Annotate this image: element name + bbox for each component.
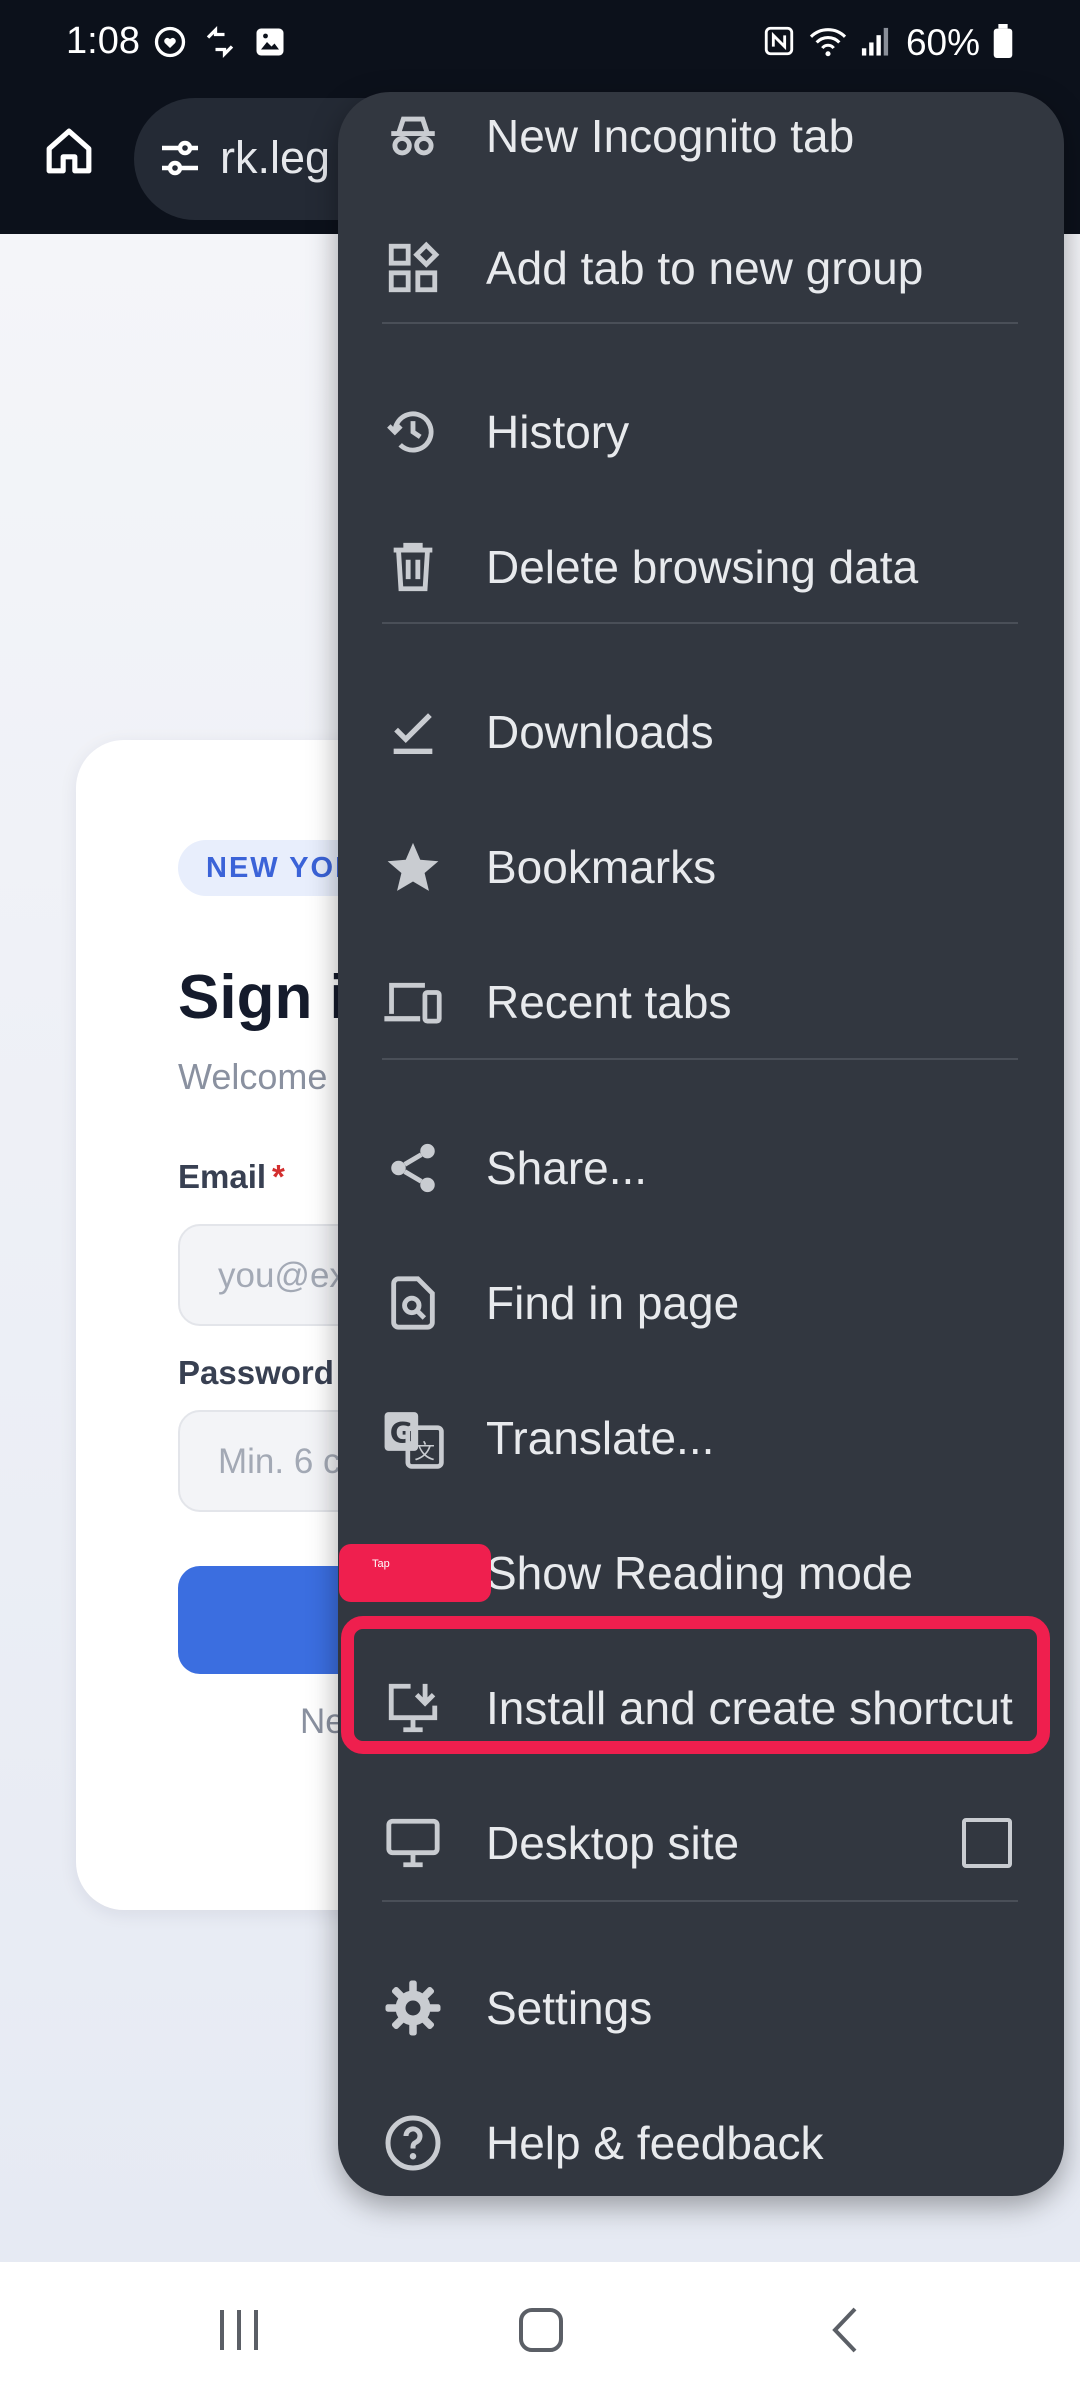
password-label: Password: [178, 1354, 334, 1391]
find-in-page-icon: [382, 1272, 444, 1334]
menu-item-bookmarks[interactable]: Bookmarks: [338, 801, 1064, 933]
status-right-icons: 60%: [762, 22, 1014, 64]
menu-item-label: Translate...: [486, 1412, 715, 1464]
back-button[interactable]: [810, 2302, 880, 2362]
email-label-text: Email: [178, 1158, 267, 1195]
gear-icon: [382, 1977, 444, 2039]
menu-item-label: Bookmarks: [486, 841, 717, 893]
back-icon: [825, 2305, 865, 2360]
menu-item-label: Show Reading mode: [486, 1547, 914, 1599]
menu-divider: [382, 1900, 1018, 1902]
menu-item-label: Downloads: [486, 706, 714, 758]
desktop-icon: [382, 1812, 444, 1874]
menu-divider: [382, 622, 1018, 624]
svg-text:文: 文: [414, 1440, 435, 1464]
required-mark: *: [272, 1158, 285, 1195]
site-settings-icon[interactable]: [156, 134, 204, 187]
menu-item-settings[interactable]: Settings: [338, 1942, 1064, 2074]
menu-item-help-and-feedback[interactable]: Help & feedback: [338, 2077, 1064, 2196]
status-bar: 1:08 60%: [0, 0, 1080, 86]
menu-item-share[interactable]: Share...: [338, 1102, 1064, 1234]
system-nav-bar: [0, 2262, 1080, 2400]
recent-apps-icon: [214, 2308, 264, 2357]
menu-item-label: New Incognito tab: [486, 110, 855, 162]
menu-item-label: Help & feedback: [486, 2117, 824, 2169]
menu-item-downloads[interactable]: Downloads: [338, 666, 1064, 798]
history-icon: [382, 401, 444, 463]
menu-item-label: History: [486, 406, 630, 458]
battery-icon: [992, 23, 1014, 63]
share-icon: [382, 1137, 444, 1199]
menu-item-label: Delete browsing data: [486, 541, 919, 593]
menu-item-label: Add tab to new group: [486, 242, 924, 294]
home-icon: [41, 123, 97, 184]
heart-sync-icon: [152, 24, 188, 65]
incognito-icon: [382, 105, 444, 167]
home-nav-button[interactable]: [506, 2302, 576, 2362]
star-icon: [382, 836, 444, 898]
menu-divider: [382, 322, 1018, 324]
signal-icon: [860, 25, 890, 62]
battery-percent: 60%: [905, 22, 980, 63]
menu-item-delete-browsing-data[interactable]: Delete browsing data: [338, 501, 1064, 633]
menu-item-new-incognito-tab[interactable]: New Incognito tab: [338, 92, 1064, 202]
devices-icon: [382, 971, 444, 1033]
status-left-icons: [152, 24, 288, 65]
help-icon: [382, 2112, 444, 2174]
data-transfer-icon: [202, 24, 238, 65]
trash-icon: [382, 536, 444, 598]
tap-annotation-label: Tap: [339, 1544, 491, 1602]
desktop-site-checkbox[interactable]: [962, 1818, 1012, 1868]
url-text: rk.leg: [220, 132, 331, 183]
menu-item-add-tab-to-group[interactable]: Add tab to new group: [338, 202, 1064, 334]
overflow-menu: New Incognito tab Add tab to new group H…: [338, 92, 1064, 2196]
menu-item-history[interactable]: History: [338, 366, 1064, 498]
menu-item-label: Find in page: [486, 1277, 740, 1329]
menu-item-translate[interactable]: G文 Translate...: [338, 1372, 1064, 1504]
menu-item-find-in-page[interactable]: Find in page: [338, 1237, 1064, 1369]
menu-item-label: Share...: [486, 1142, 648, 1194]
page-subtitle: Welcome: [178, 1056, 328, 1097]
status-time: 1:08: [66, 20, 140, 62]
home-button[interactable]: [36, 120, 102, 186]
menu-item-label: Settings: [486, 1982, 653, 2034]
email-label: Email *: [178, 1158, 285, 1196]
home-nav-icon: [516, 2305, 566, 2360]
tap-highlight-box: [341, 1616, 1050, 1754]
menu-item-label: Recent tabs: [486, 976, 732, 1028]
tab-group-icon: [382, 237, 444, 299]
gallery-icon: [252, 24, 288, 65]
menu-item-desktop-site[interactable]: Desktop site: [338, 1777, 1064, 1909]
nfc-icon: [762, 24, 796, 63]
recent-apps-button[interactable]: [204, 2302, 274, 2362]
menu-item-label: Desktop site: [486, 1817, 740, 1869]
menu-item-recent-tabs[interactable]: Recent tabs: [338, 936, 1064, 1068]
wifi-icon: [808, 24, 848, 63]
download-check-icon: [382, 701, 444, 763]
translate-icon: G文: [382, 1407, 444, 1469]
menu-divider: [382, 1058, 1018, 1060]
